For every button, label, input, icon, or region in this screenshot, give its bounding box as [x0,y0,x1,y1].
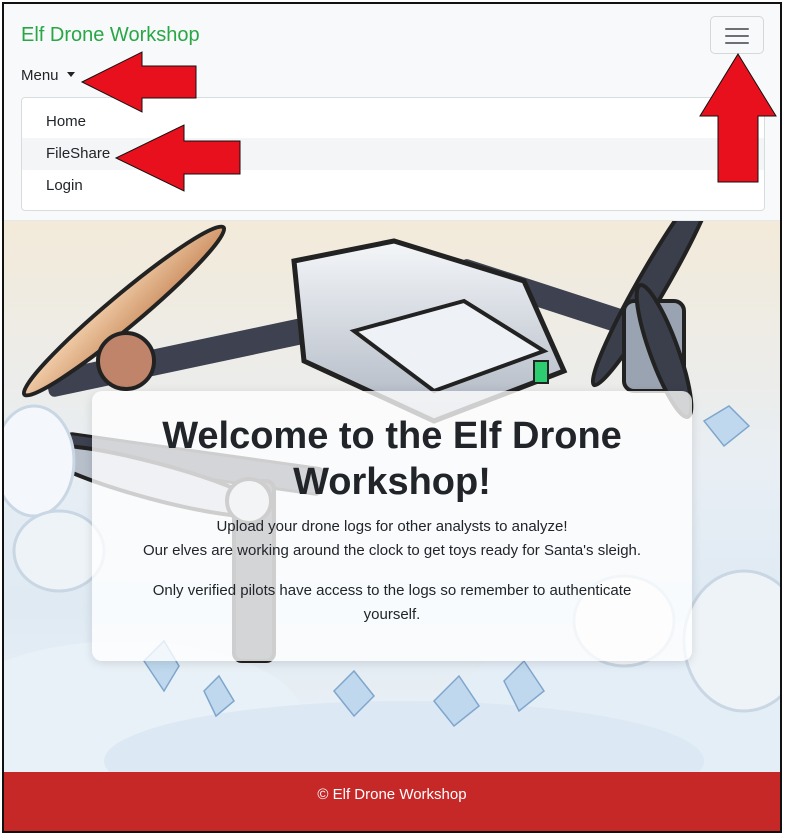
arrow-left-icon [114,124,241,192]
welcome-title: Welcome to the Elf Drone Workshop! [162,415,622,503]
footer-copyright: © Elf Drone Workshop [317,786,467,803]
welcome-card: Welcome to the Elf Drone Workshop! Uploa… [92,391,692,661]
annotation-arrows [80,51,777,192]
welcome-line-1: Upload your drone logs for other analyst… [216,518,568,535]
browser-viewport: Elf Drone Workshop Menu Home FileShare L… [2,2,782,833]
hero-section: Welcome to the Elf Drone Workshop! Uploa… [4,221,780,772]
authenticate-note: Only verified pilots have access to the … [152,582,632,623]
arrow-left-icon [80,51,197,113]
footer: © Elf Drone Workshop [4,772,780,831]
welcome-text: Upload your drone logs for other analyst… [92,515,692,563]
welcome-line-2: Our elves are working around the clock t… [142,542,642,559]
arrow-up-icon [699,53,777,183]
